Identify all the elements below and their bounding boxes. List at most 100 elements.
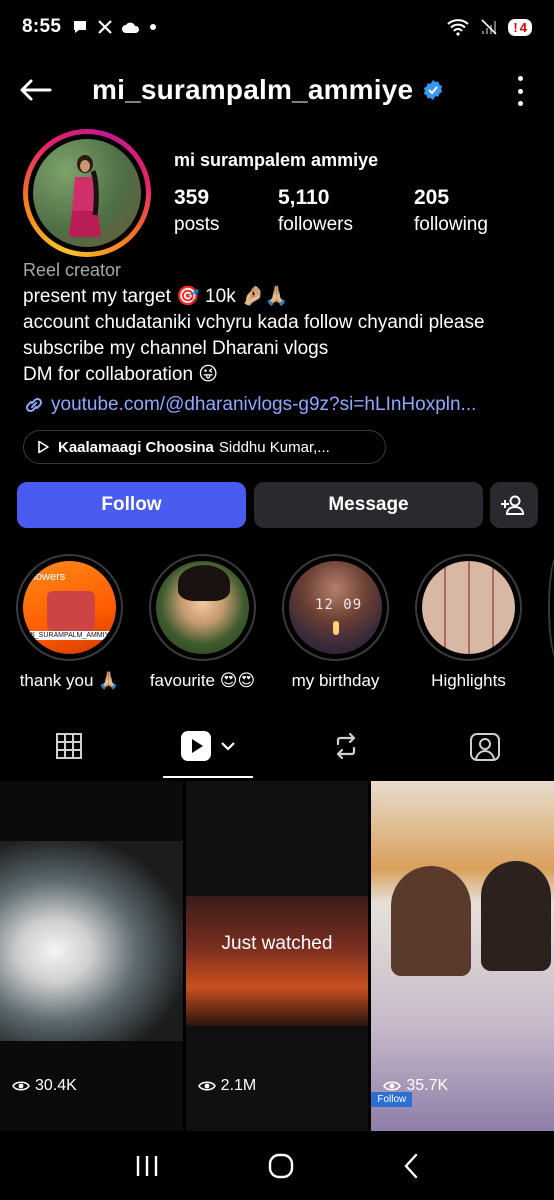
system-nav-bar bbox=[0, 1131, 554, 1200]
tagged-person-icon bbox=[469, 733, 500, 761]
thumb-text: llowers bbox=[31, 571, 66, 583]
person-figure-icon bbox=[69, 155, 101, 237]
reels-grid: 30.4K Just watched 2.1M 35.7K Follow bbox=[0, 781, 554, 1131]
back-button[interactable] bbox=[0, 62, 70, 118]
reel-thumbnail[interactable]: 35.7K Follow bbox=[371, 781, 554, 1131]
highlight-thumbnail: 12 09 bbox=[289, 561, 382, 654]
follow-chip: Follow bbox=[371, 1092, 413, 1107]
bio-line: DM for collaboration 😜 bbox=[23, 364, 219, 385]
profile-music[interactable]: Kaalamaagi Choosina Siddhu Kumar,... bbox=[23, 430, 386, 464]
avatar-photo bbox=[33, 139, 141, 247]
overlay-caption: Just watched bbox=[221, 933, 333, 954]
reel-image bbox=[0, 841, 183, 1041]
view-count-text: 30.4K bbox=[35, 1077, 77, 1094]
tab-tagged[interactable] bbox=[416, 714, 554, 778]
cloud-icon bbox=[122, 22, 140, 33]
tab-reposts[interactable] bbox=[277, 714, 416, 778]
add-person-icon bbox=[501, 495, 525, 515]
candle-icon bbox=[333, 621, 339, 635]
profile-bio: present my target 🎯 10k 🤌🏼🙏🏼 account chu… bbox=[23, 284, 543, 388]
status-bar: 8:55 ! 4 bbox=[0, 0, 554, 54]
stat-posts[interactable]: 359 posts bbox=[174, 186, 278, 236]
highlight-label: favourite 😍😍 bbox=[149, 671, 256, 690]
profile-avatar[interactable] bbox=[23, 129, 151, 257]
wifi-icon bbox=[447, 19, 470, 36]
content-tabs bbox=[0, 714, 554, 778]
repost-icon bbox=[337, 732, 356, 760]
stat-label: following bbox=[414, 214, 488, 235]
more-dot-icon bbox=[517, 76, 523, 81]
person-silhouette bbox=[481, 861, 552, 971]
profile-category: Reel creator bbox=[23, 260, 122, 280]
stat-label: followers bbox=[278, 214, 353, 235]
reel-thumbnail[interactable]: Just watched 2.1M bbox=[185, 781, 369, 1131]
thumb-text: 12 09 bbox=[315, 597, 363, 613]
music-artist: Siddhu Kumar,... bbox=[218, 438, 330, 456]
person-silhouette bbox=[391, 866, 472, 976]
highlight-partial[interactable] bbox=[548, 554, 554, 661]
notification-count: 4 bbox=[519, 19, 527, 35]
stat-followers[interactable]: 5,110 followers bbox=[278, 186, 382, 236]
music-song: Kaalamaagi Choosina bbox=[58, 438, 214, 456]
recent-apps-icon[interactable] bbox=[134, 1154, 160, 1178]
reel-image bbox=[185, 896, 369, 1026]
stat-value: 5,110 bbox=[278, 186, 330, 209]
x-logo-icon bbox=[98, 20, 113, 34]
highlight-thumbnail bbox=[422, 561, 515, 654]
bio-line: present my target 🎯 10k 🤌🏼🙏🏼 bbox=[23, 286, 289, 307]
reels-play-icon bbox=[180, 731, 211, 761]
back-nav-icon[interactable] bbox=[402, 1153, 420, 1179]
arrow-left-icon bbox=[20, 79, 52, 101]
username-title: mi_surampalm_ammiye bbox=[92, 74, 414, 105]
highlight-highlights[interactable]: Highlights bbox=[415, 554, 548, 691]
highlight-label: my birthday bbox=[291, 671, 380, 690]
view-count: 2.1M bbox=[197, 1077, 257, 1095]
link-text: youtube.com/@dharanivlogs-g9z?si=hLInHox… bbox=[51, 394, 477, 415]
view-count: 30.4K bbox=[12, 1077, 77, 1095]
status-time: 8:55 bbox=[22, 16, 62, 37]
highlight-label: Highlights bbox=[431, 671, 506, 690]
highlight-thumbnail: llowers MI_SURAMPALM_AMMIYE bbox=[23, 561, 116, 654]
stat-label: posts bbox=[174, 214, 220, 235]
play-outline-icon bbox=[38, 440, 49, 454]
reel-thumbnail[interactable]: 30.4K bbox=[0, 781, 183, 1131]
profile-link[interactable]: youtube.com/@dharanivlogs-g9z?si=hLInHox… bbox=[23, 394, 476, 416]
more-options-button[interactable] bbox=[516, 76, 524, 106]
thumb-text: MI_SURAMPALM_AMMIYE bbox=[25, 631, 116, 640]
bio-line: account chudataniki vchyru kada follow c… bbox=[23, 312, 485, 333]
tab-reels[interactable] bbox=[139, 714, 278, 778]
alert-icon: ! bbox=[513, 19, 518, 35]
highlight-thank-you[interactable]: llowers MI_SURAMPALM_AMMIYE thank you 🙏🏼 bbox=[16, 554, 149, 691]
highlight-thumbnail bbox=[156, 561, 249, 654]
view-count-text: 2.1M bbox=[220, 1077, 257, 1094]
signal-off-icon bbox=[481, 19, 497, 35]
suggested-users-button[interactable] bbox=[490, 482, 538, 528]
message-button[interactable]: Message bbox=[254, 482, 483, 528]
status-app-icons bbox=[71, 18, 157, 36]
stat-value: 205 bbox=[414, 186, 450, 209]
eye-icon bbox=[197, 1081, 216, 1091]
home-icon[interactable] bbox=[268, 1153, 294, 1179]
dot-icon bbox=[150, 24, 157, 30]
view-count-text: 35.7K bbox=[406, 1077, 449, 1094]
story-highlights: llowers MI_SURAMPALM_AMMIYE thank you 🙏🏼… bbox=[16, 554, 548, 691]
profile-header: mi_surampalm_ammiye bbox=[0, 62, 554, 118]
bio-line: subscribe my channel Dharani vlogs bbox=[23, 338, 329, 359]
stat-following[interactable]: 205 following bbox=[414, 186, 518, 236]
follow-button[interactable]: Follow bbox=[17, 482, 246, 528]
chat-bubble-icon bbox=[74, 21, 87, 33]
chevron-down-icon bbox=[220, 742, 235, 751]
notification-badge: ! 4 bbox=[508, 18, 532, 36]
eye-icon bbox=[383, 1081, 402, 1091]
link-chain-icon bbox=[25, 397, 43, 413]
display-name: mi surampalem ammiye bbox=[174, 150, 379, 170]
tab-posts-grid[interactable] bbox=[0, 714, 139, 778]
stat-value: 359 bbox=[174, 186, 210, 209]
verified-badge-icon bbox=[424, 80, 443, 100]
more-dot-icon bbox=[517, 88, 523, 94]
highlight-favourite[interactable]: favourite 😍😍 bbox=[149, 554, 282, 691]
grid-icon bbox=[56, 733, 83, 759]
eye-icon bbox=[12, 1081, 30, 1091]
highlight-my-birthday[interactable]: 12 09 my birthday bbox=[282, 554, 415, 691]
highlight-label: thank you 🙏🏼 bbox=[19, 671, 120, 690]
